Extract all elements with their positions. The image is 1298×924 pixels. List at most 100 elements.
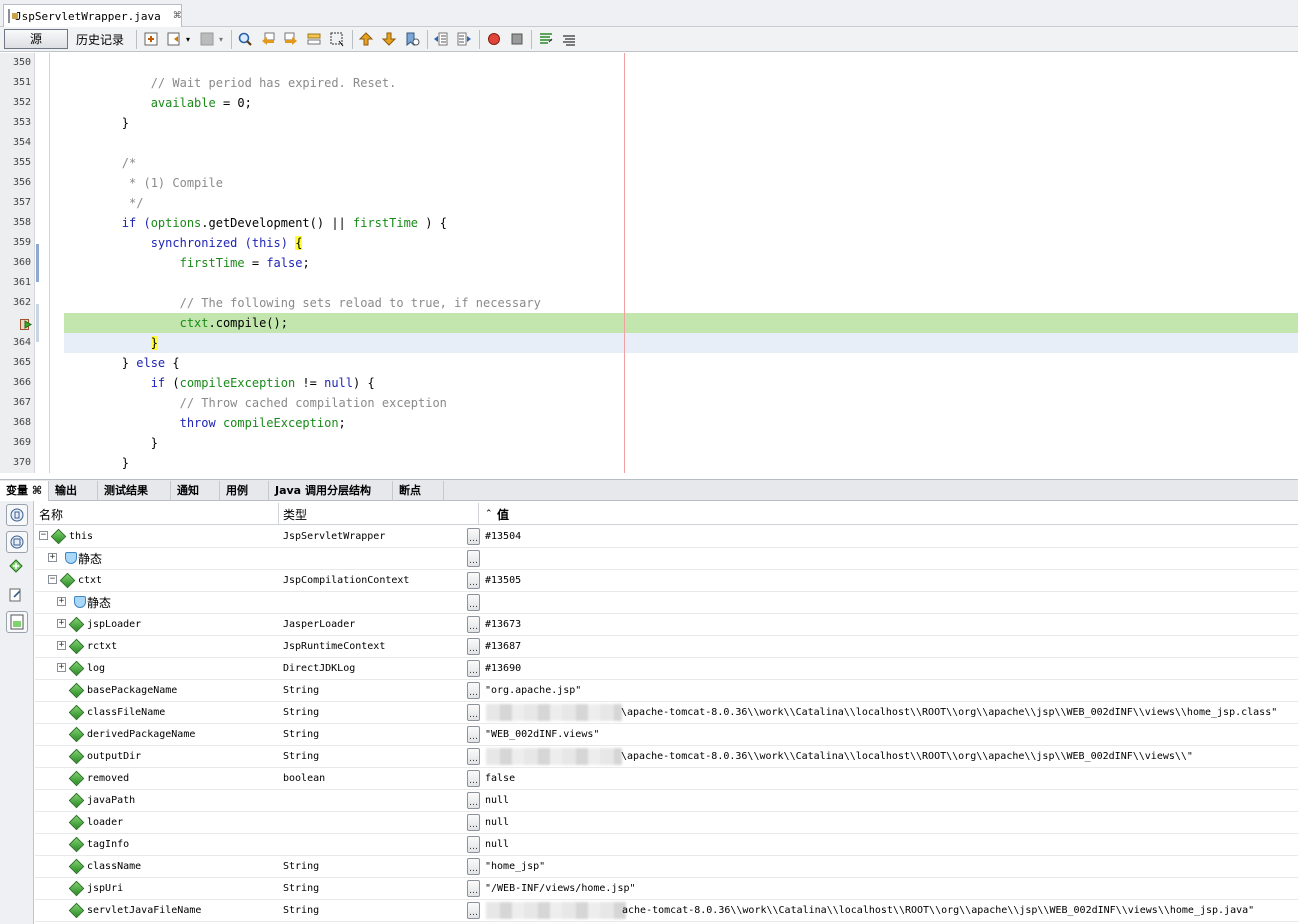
- collapse-icon[interactable]: −: [48, 575, 57, 584]
- variable-value[interactable]: null: [485, 812, 509, 833]
- expand-icon[interactable]: +: [57, 597, 66, 606]
- customize-value-button[interactable]: …: [467, 902, 480, 919]
- variable-row[interactable]: basePackageName String … "org.apache.jsp": [35, 680, 1298, 702]
- variable-row[interactable]: + 静态…: [35, 592, 1298, 614]
- variable-row[interactable]: classFileName String … \apache-tomcat-8.0.3…: [35, 702, 1298, 724]
- source-button[interactable]: 源: [4, 29, 68, 49]
- variable-value[interactable]: "/WEB-INF/views/home.jsp": [485, 878, 636, 899]
- customize-value-button[interactable]: …: [467, 550, 480, 567]
- shift-right-icon[interactable]: [456, 31, 472, 47]
- column-divider[interactable]: [278, 503, 279, 525]
- collapse-icon[interactable]: −: [39, 531, 48, 540]
- variable-row[interactable]: + rctxt JspRuntimeContext … #13687: [35, 636, 1298, 658]
- find-icon[interactable]: [237, 31, 253, 47]
- column-type-header[interactable]: 类型: [283, 506, 307, 523]
- find-previous-icon[interactable]: [260, 31, 276, 47]
- variable-value[interactable]: \apache-tomcat-8.0.36\\work\\Catalina\\l…: [621, 702, 1277, 723]
- customize-value-button[interactable]: …: [467, 814, 480, 831]
- variable-row[interactable]: − ctxt JspCompilationContext … #13505: [35, 570, 1298, 592]
- tab-output[interactable]: 输出: [49, 481, 98, 501]
- history-button[interactable]: 历史记录: [76, 31, 124, 48]
- variable-value[interactable]: #13690: [485, 658, 521, 679]
- tab-breakpoints[interactable]: 断点: [393, 481, 444, 501]
- customize-value-button[interactable]: …: [467, 792, 480, 809]
- customize-value-button[interactable]: …: [467, 704, 480, 721]
- show-static-button[interactable]: [6, 531, 28, 553]
- rect-selection-icon[interactable]: [329, 31, 345, 47]
- file-tab[interactable]: JspServletWrapper.java ⌘: [3, 4, 182, 27]
- expand-icon[interactable]: +: [57, 619, 66, 628]
- uncomment-icon[interactable]: [561, 31, 577, 47]
- customize-value-button[interactable]: …: [467, 880, 480, 897]
- tab-usages[interactable]: 用例: [220, 481, 269, 501]
- tab-notifications[interactable]: 通知: [171, 481, 220, 501]
- back-icon[interactable]: [166, 31, 182, 47]
- expand-icon[interactable]: +: [48, 553, 57, 562]
- code-editor[interactable]: 350 351 352 353 354 355 356 357 358 359 …: [0, 53, 1298, 473]
- tab-call-hierarchy[interactable]: Java 调用分层结构: [269, 481, 393, 501]
- forward-dropdown-icon[interactable]: ▾: [219, 35, 223, 44]
- customize-value-button[interactable]: …: [467, 638, 480, 655]
- variable-row[interactable]: − this JspServletWrapper … #13504: [35, 526, 1298, 548]
- variable-value[interactable]: #13505: [485, 570, 521, 591]
- find-next-icon[interactable]: [283, 31, 299, 47]
- variable-row[interactable]: + log DirectJDKLog … #13690: [35, 658, 1298, 680]
- variable-value[interactable]: #13504: [485, 526, 521, 547]
- variable-value[interactable]: false: [485, 768, 515, 789]
- variable-row[interactable]: className String … "home_jsp": [35, 856, 1298, 878]
- toggle-bookmark-icon[interactable]: [404, 31, 420, 47]
- variable-row[interactable]: jspUri String … "/WEB-INF/views/home.jsp": [35, 878, 1298, 900]
- customize-value-button[interactable]: …: [467, 528, 480, 545]
- variable-value[interactable]: #13687: [485, 636, 521, 657]
- shift-left-icon[interactable]: [433, 31, 449, 47]
- variable-row[interactable]: + jspLoader JasperLoader … #13673: [35, 614, 1298, 636]
- tab-test-results[interactable]: 测试结果: [98, 481, 171, 501]
- last-edit-icon[interactable]: [143, 31, 159, 47]
- customize-value-button[interactable]: …: [467, 616, 480, 633]
- tree-view-button[interactable]: [6, 611, 28, 633]
- variable-value[interactable]: "org.apache.jsp": [485, 680, 581, 701]
- expand-icon[interactable]: +: [57, 663, 66, 672]
- next-bookmark-icon[interactable]: [381, 31, 397, 47]
- comment-icon[interactable]: [538, 31, 554, 47]
- variable-row[interactable]: derivedPackageName String … "WEB_002dINF.vi…: [35, 724, 1298, 746]
- column-name-header[interactable]: 名称: [39, 506, 63, 523]
- variable-row[interactable]: tagInfo … null: [35, 834, 1298, 856]
- column-divider[interactable]: [478, 503, 479, 525]
- customize-value-button[interactable]: …: [467, 682, 480, 699]
- customize-value-button[interactable]: …: [467, 572, 480, 589]
- new-watch-button[interactable]: [6, 557, 28, 579]
- customize-value-button[interactable]: …: [467, 660, 480, 677]
- variable-row[interactable]: servletJavaFileName String … ache-tomcat-8.…: [35, 900, 1298, 922]
- customize-value-button[interactable]: …: [467, 726, 480, 743]
- variable-row[interactable]: + 静态…: [35, 548, 1298, 570]
- variable-row[interactable]: javaPath … null: [35, 790, 1298, 812]
- variable-value[interactable]: "home_jsp": [485, 856, 545, 877]
- customize-value-button[interactable]: …: [467, 836, 480, 853]
- customize-value-button[interactable]: …: [467, 748, 480, 765]
- tab-variables[interactable]: 变量 ⌘: [0, 481, 49, 501]
- customize-value-button[interactable]: …: [467, 858, 480, 875]
- variable-value[interactable]: null: [485, 790, 509, 811]
- variable-value[interactable]: #13673: [485, 614, 521, 635]
- toggle-highlight-icon[interactable]: [306, 31, 322, 47]
- variable-row[interactable]: removed boolean … false: [35, 768, 1298, 790]
- customize-value-button[interactable]: …: [467, 594, 480, 611]
- expand-icon[interactable]: +: [57, 641, 66, 650]
- variable-value[interactable]: ache-tomcat-8.0.36\\work\\Catalina\\loca…: [622, 900, 1254, 921]
- variable-value[interactable]: null: [485, 834, 509, 855]
- start-macro-icon[interactable]: [486, 31, 502, 47]
- variable-value[interactable]: \apache-tomcat-8.0.36\\work\\Catalina\\l…: [621, 746, 1193, 767]
- stop-macro-icon[interactable]: [509, 31, 525, 47]
- forward-icon[interactable]: [199, 31, 215, 47]
- previous-bookmark-icon[interactable]: [358, 31, 374, 47]
- show-fields-button[interactable]: [6, 504, 28, 526]
- variable-row[interactable]: outputDir String … \apache-tomcat-8.0.36\\w…: [35, 746, 1298, 768]
- back-dropdown-icon[interactable]: ▾: [186, 35, 190, 44]
- variable-row[interactable]: loader … null: [35, 812, 1298, 834]
- line-number-gutter[interactable]: 350 351 352 353 354 355 356 357 358 359 …: [0, 53, 35, 473]
- close-tab-icon[interactable]: ⌘: [173, 11, 182, 21]
- customize-value-button[interactable]: …: [467, 770, 480, 787]
- evaluate-button[interactable]: [6, 585, 28, 607]
- column-value-header[interactable]: 值: [497, 506, 509, 523]
